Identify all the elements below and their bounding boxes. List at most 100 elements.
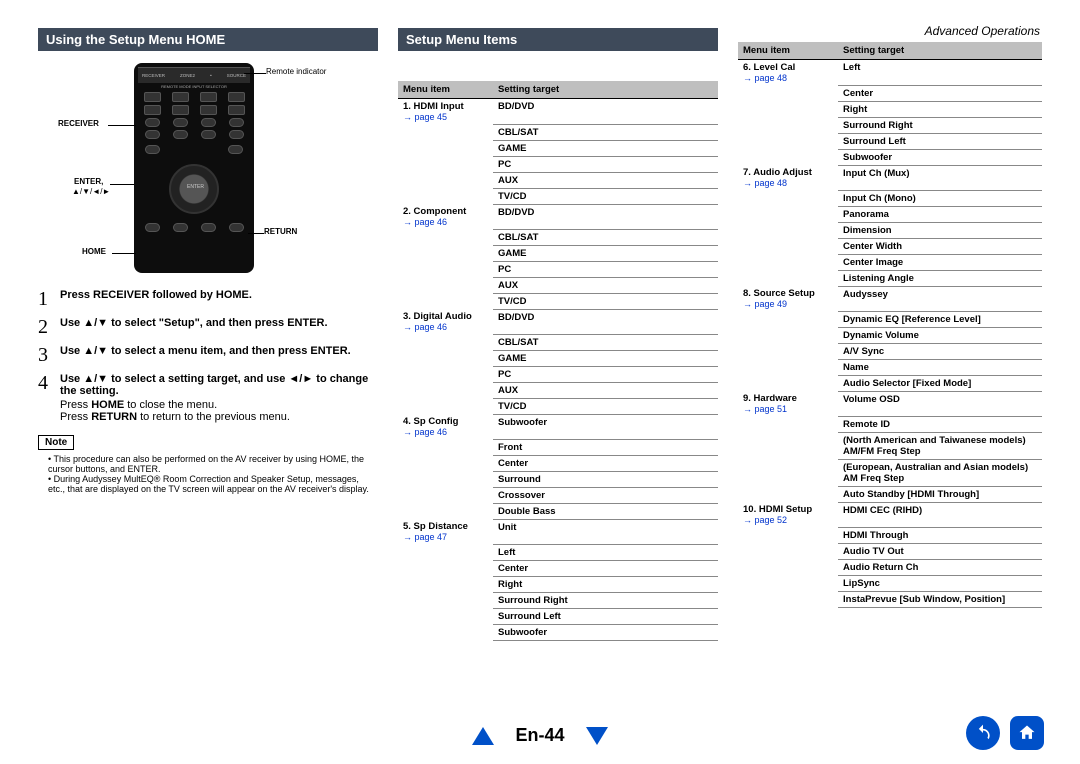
heading-setup-menu-items: Setup Menu Items — [398, 28, 718, 51]
page-link[interactable]: → page 46 — [403, 322, 488, 332]
label-enter: ENTER, — [74, 177, 103, 186]
heading-using-setup-menu: Using the Setup Menu HOME — [38, 28, 378, 51]
setting-target: Dynamic Volume — [838, 327, 1042, 343]
setting-target: HDMI Through — [838, 527, 1042, 543]
page-number: En-44 — [515, 725, 564, 745]
setting-target: Surround — [493, 471, 718, 487]
menu-item-title: 4. Sp Config→ page 46 — [398, 414, 493, 439]
setting-target: (European, Australian and Asian models)A… — [838, 459, 1042, 486]
setting-target: Dimension — [838, 222, 1042, 238]
label-receiver: RECEIVER — [58, 119, 99, 128]
setting-target: (North American and Taiwanese models)AM/… — [838, 432, 1042, 459]
setting-target: CBL/SAT — [493, 124, 718, 140]
page-footer: En-44 — [0, 725, 1080, 746]
setting-target: Auto Standby [HDMI Through] — [838, 486, 1042, 502]
setting-target: LipSync — [838, 575, 1042, 591]
page-link[interactable]: → page 51 — [743, 404, 833, 414]
page-link[interactable]: → page 48 — [743, 73, 833, 83]
page-link[interactable]: → page 46 — [403, 217, 488, 227]
page-link[interactable]: → page 47 — [403, 532, 488, 542]
setting-target: Input Ch (Mux) — [838, 165, 1042, 190]
setting-target: Left — [493, 544, 718, 560]
setting-target: Center — [493, 560, 718, 576]
setting-target: CBL/SAT — [493, 229, 718, 245]
remote-diagram: RECEIVERZONE2•SOURCE REMOTE MODE INPUT S… — [38, 59, 378, 279]
th-menu-item-r: Menu item — [738, 42, 838, 60]
note-label: Note — [38, 435, 74, 450]
column-right: Menu item Setting target 6. Level Cal→ p… — [738, 28, 1042, 641]
page-link[interactable]: → page 46 — [403, 427, 488, 437]
note-1: This procedure can also be performed on … — [48, 454, 378, 474]
setting-target: AUX — [493, 172, 718, 188]
back-icon[interactable] — [966, 716, 1000, 750]
setting-target: GAME — [493, 350, 718, 366]
step-text-2: Use ▲/▼ to select "Setup", and then pres… — [60, 317, 328, 329]
step-text-4: Use ▲/▼ to select a setting target, and … — [60, 373, 368, 397]
page-link[interactable]: → page 52 — [743, 515, 833, 525]
setting-target: Audio Return Ch — [838, 559, 1042, 575]
column-middle: Setup Menu Items Menu item Setting targe… — [398, 28, 718, 641]
setting-target: Surround Left — [838, 133, 1042, 149]
setting-target: HDMI CEC (RIHD) — [838, 502, 1042, 527]
label-home: HOME — [82, 247, 106, 256]
setting-target: Surround Left — [493, 608, 718, 624]
setting-target: PC — [493, 156, 718, 172]
setting-target: TV/CD — [493, 188, 718, 204]
setting-target: AUX — [493, 382, 718, 398]
home-icon[interactable] — [1010, 716, 1044, 750]
setting-target: Panorama — [838, 206, 1042, 222]
setting-target: Front — [493, 439, 718, 455]
prev-page-icon[interactable] — [472, 727, 494, 745]
th-setting-target-r: Setting target — [838, 42, 1042, 60]
column-left: Using the Setup Menu HOME RECEIVERZONE2•… — [38, 28, 378, 641]
setting-target: Double Bass — [493, 503, 718, 519]
setting-target: Center — [493, 455, 718, 471]
menu-table-left: Menu item Setting target 1. HDMI Input→ … — [398, 81, 718, 641]
setting-target: Right — [838, 101, 1042, 117]
page-link[interactable]: → page 48 — [743, 178, 833, 188]
setting-target: Center Image — [838, 254, 1042, 270]
label-arrows: ▲/▼/◄/► — [72, 187, 110, 196]
remote-illustration: RECEIVERZONE2•SOURCE REMOTE MODE INPUT S… — [134, 63, 254, 273]
menu-table-right: Menu item Setting target 6. Level Cal→ p… — [738, 42, 1042, 608]
section-header: Advanced Operations — [925, 24, 1040, 38]
setting-target: Volume OSD — [838, 391, 1042, 416]
setting-target: TV/CD — [493, 398, 718, 414]
setting-target: CBL/SAT — [493, 334, 718, 350]
setting-target: Surround Right — [493, 592, 718, 608]
setting-target: Subwoofer — [493, 414, 718, 439]
setting-target: Subwoofer — [838, 149, 1042, 165]
notes-list: This procedure can also be performed on … — [38, 454, 378, 494]
steps-list: 1 Press RECEIVER followed by HOME. 2 Use… — [38, 289, 378, 423]
step-num-3: 3 — [38, 345, 60, 365]
menu-item-title: 3. Digital Audio→ page 46 — [398, 309, 493, 334]
setting-target: AUX — [493, 277, 718, 293]
next-page-icon[interactable] — [586, 727, 608, 745]
label-return: RETURN — [264, 227, 297, 236]
setting-target: BD/DVD — [493, 99, 718, 125]
setting-target: Audio Selector [Fixed Mode] — [838, 375, 1042, 391]
step-text-3: Use ▲/▼ to select a menu item, and then … — [60, 345, 351, 357]
setting-target: Unit — [493, 519, 718, 544]
menu-item-title: 5. Sp Distance→ page 47 — [398, 519, 493, 544]
setting-target: Center — [838, 85, 1042, 101]
setting-target: Center Width — [838, 238, 1042, 254]
setting-target: InstaPrevue [Sub Window, Position] — [838, 591, 1042, 607]
page-link[interactable]: → page 45 — [403, 112, 488, 122]
menu-item-title: 10. HDMI Setup→ page 52 — [738, 502, 838, 527]
setting-target: TV/CD — [493, 293, 718, 309]
page-link[interactable]: → page 49 — [743, 299, 833, 309]
th-setting-target: Setting target — [493, 81, 718, 99]
setting-target: Left — [838, 60, 1042, 86]
setting-target: GAME — [493, 140, 718, 156]
setting-target: BD/DVD — [493, 309, 718, 334]
menu-item-title: 2. Component→ page 46 — [398, 204, 493, 229]
setting-target: PC — [493, 261, 718, 277]
note-2: During Audyssey MultEQ® Room Correction … — [48, 474, 378, 494]
th-menu-item: Menu item — [398, 81, 493, 99]
label-remote-indicator: Remote indicator — [266, 67, 326, 76]
menu-item-title: 7. Audio Adjust→ page 48 — [738, 165, 838, 190]
setting-target: Right — [493, 576, 718, 592]
step-num-4: 4 — [38, 373, 60, 423]
setting-target: Audio TV Out — [838, 543, 1042, 559]
